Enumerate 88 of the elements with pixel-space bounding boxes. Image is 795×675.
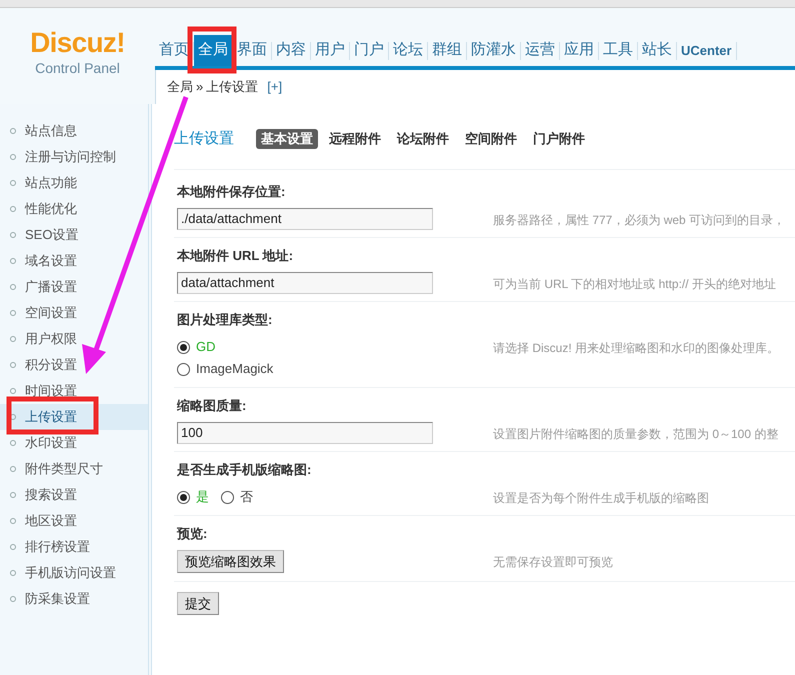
sub-tab[interactable]: 论坛附件 [392, 129, 454, 149]
radio-option[interactable]: ImageMagick [177, 358, 493, 380]
nav-tab[interactable]: 防灌水 [467, 35, 520, 66]
sidebar-item[interactable]: 防采集设置 [0, 586, 148, 612]
setting-hint: 设置是否为每个附件生成手机版的缩略图 [493, 490, 709, 507]
sub-tab[interactable]: 空间附件 [460, 129, 522, 149]
bullet-icon [10, 544, 16, 550]
add-shortcut-link[interactable]: [+] [267, 77, 282, 97]
setting-hint: 设置图片附件缩略图的质量参数，范围为 0～100 的整 [493, 426, 778, 443]
nav-tab[interactable]: 应用 [560, 35, 598, 66]
sidebar-item[interactable]: 空间设置 [0, 300, 148, 326]
setting-label: 图片处理库类型: [177, 311, 274, 330]
bullet-icon [10, 206, 16, 212]
sidebar-item[interactable]: 附件类型尺寸 [0, 456, 148, 482]
sidebar-item[interactable]: 用户权限 [0, 326, 148, 352]
nav-tab[interactable]: 群组 [428, 35, 466, 66]
breadcrumb-current: 上传设置 [206, 78, 258, 96]
radio-option[interactable]: 否 [221, 486, 253, 508]
logo-text: Discuz! [30, 28, 125, 58]
bullet-icon [10, 128, 16, 134]
nav-tab[interactable]: 论坛 [389, 35, 427, 66]
setting-hint: 服务器路径，属性 777，必须为 web 可访问到的目录， [493, 212, 786, 229]
bullet-icon [10, 362, 16, 368]
breadcrumb-link[interactable]: 全局 [167, 77, 193, 97]
setting-hint: 可为当前 URL 下的相对地址或 http:// 开头的绝对地址 [493, 276, 776, 293]
radio-button[interactable] [177, 340, 190, 354]
sidebar-item[interactable]: 性能优化 [0, 196, 148, 222]
sidebar-item[interactable]: 水印设置 [0, 430, 148, 456]
radio-button[interactable] [177, 490, 190, 504]
nav-tab[interactable]: 用户 [311, 35, 349, 66]
setting-hint: 请选择 Discuz! 用来处理缩略图和水印的图像处理库。 [493, 340, 780, 357]
sidebar-item[interactable]: 手机版访问设置 [0, 560, 148, 586]
bullet-icon [10, 258, 16, 264]
bullet-icon [10, 596, 16, 602]
bullet-icon [10, 336, 16, 342]
nav-tab[interactable]: 内容 [272, 35, 310, 66]
setting-label: 是否生成手机版缩略图: [177, 461, 312, 480]
text-field[interactable]: 100 [177, 422, 433, 444]
breadcrumb-separator: » [196, 78, 204, 96]
sidebar-item[interactable]: 积分设置 [0, 352, 148, 378]
bullet-icon [10, 466, 16, 472]
nav-tab[interactable]: 运营 [521, 35, 559, 66]
bullet-icon [10, 154, 16, 160]
sidebar-item[interactable]: 站点信息 [0, 118, 148, 144]
setting-label: 预览: [177, 525, 208, 544]
submit-button[interactable]: 提交 [177, 592, 219, 616]
bullet-icon [10, 440, 16, 446]
setting-label: 本地附件 URL 地址: [177, 247, 294, 266]
nav-tab[interactable]: 首页 [155, 35, 193, 66]
setting-label: 本地附件保存位置: [177, 183, 286, 202]
bullet-icon [10, 492, 16, 498]
sidebar-item[interactable]: 域名设置 [0, 248, 148, 274]
text-field[interactable]: data/attachment [177, 272, 433, 294]
nav-tab[interactable]: 门户 [350, 35, 388, 66]
bullet-icon [10, 388, 16, 394]
nav-tab[interactable]: 站长 [638, 35, 676, 66]
bullet-icon [10, 310, 16, 316]
bullet-icon [10, 570, 16, 576]
preview-button[interactable]: 预览缩略图效果 [177, 550, 284, 574]
nav-tab[interactable]: 全局 [194, 35, 232, 66]
setting-hint: 无需保存设置即可预览 [493, 554, 613, 571]
highlight-frame [188, 26, 236, 74]
sub-tab[interactable]: 远程附件 [324, 129, 386, 149]
sub-tab[interactable]: 基本设置 [256, 129, 318, 149]
nav-tab[interactable]: 工具 [599, 35, 637, 66]
radio-button[interactable] [221, 490, 234, 504]
bullet-icon [10, 180, 16, 186]
page-title: 上传设置 [174, 128, 234, 149]
radio-button[interactable] [177, 362, 190, 376]
setting-label: 缩略图质量: [177, 397, 248, 416]
sidebar-item[interactable]: 广播设置 [0, 274, 148, 300]
bullet-icon [10, 518, 16, 524]
logo-subtitle: Control Panel [35, 59, 120, 78]
sidebar-item[interactable]: 注册与访问控制 [0, 144, 148, 170]
sidebar-item[interactable]: SEO设置 [0, 222, 148, 248]
sidebar-item[interactable]: 排行榜设置 [0, 534, 148, 560]
text-field[interactable]: ./data/attachment [177, 208, 433, 230]
bullet-icon [10, 284, 16, 290]
sidebar-item[interactable]: 站点功能 [0, 170, 148, 196]
sidebar-item[interactable]: 上传设置 [0, 404, 148, 430]
sidebar-item[interactable]: 地区设置 [0, 508, 148, 534]
nav-tab[interactable]: 界面 [233, 35, 271, 66]
nav-tab[interactable]: UCenter [677, 35, 736, 66]
bullet-icon [10, 232, 16, 238]
sidebar-item[interactable]: 搜索设置 [0, 482, 148, 508]
sidebar-item[interactable]: 时间设置 [0, 378, 148, 404]
bullet-icon [10, 414, 16, 420]
sub-tab[interactable]: 门户附件 [528, 129, 590, 149]
